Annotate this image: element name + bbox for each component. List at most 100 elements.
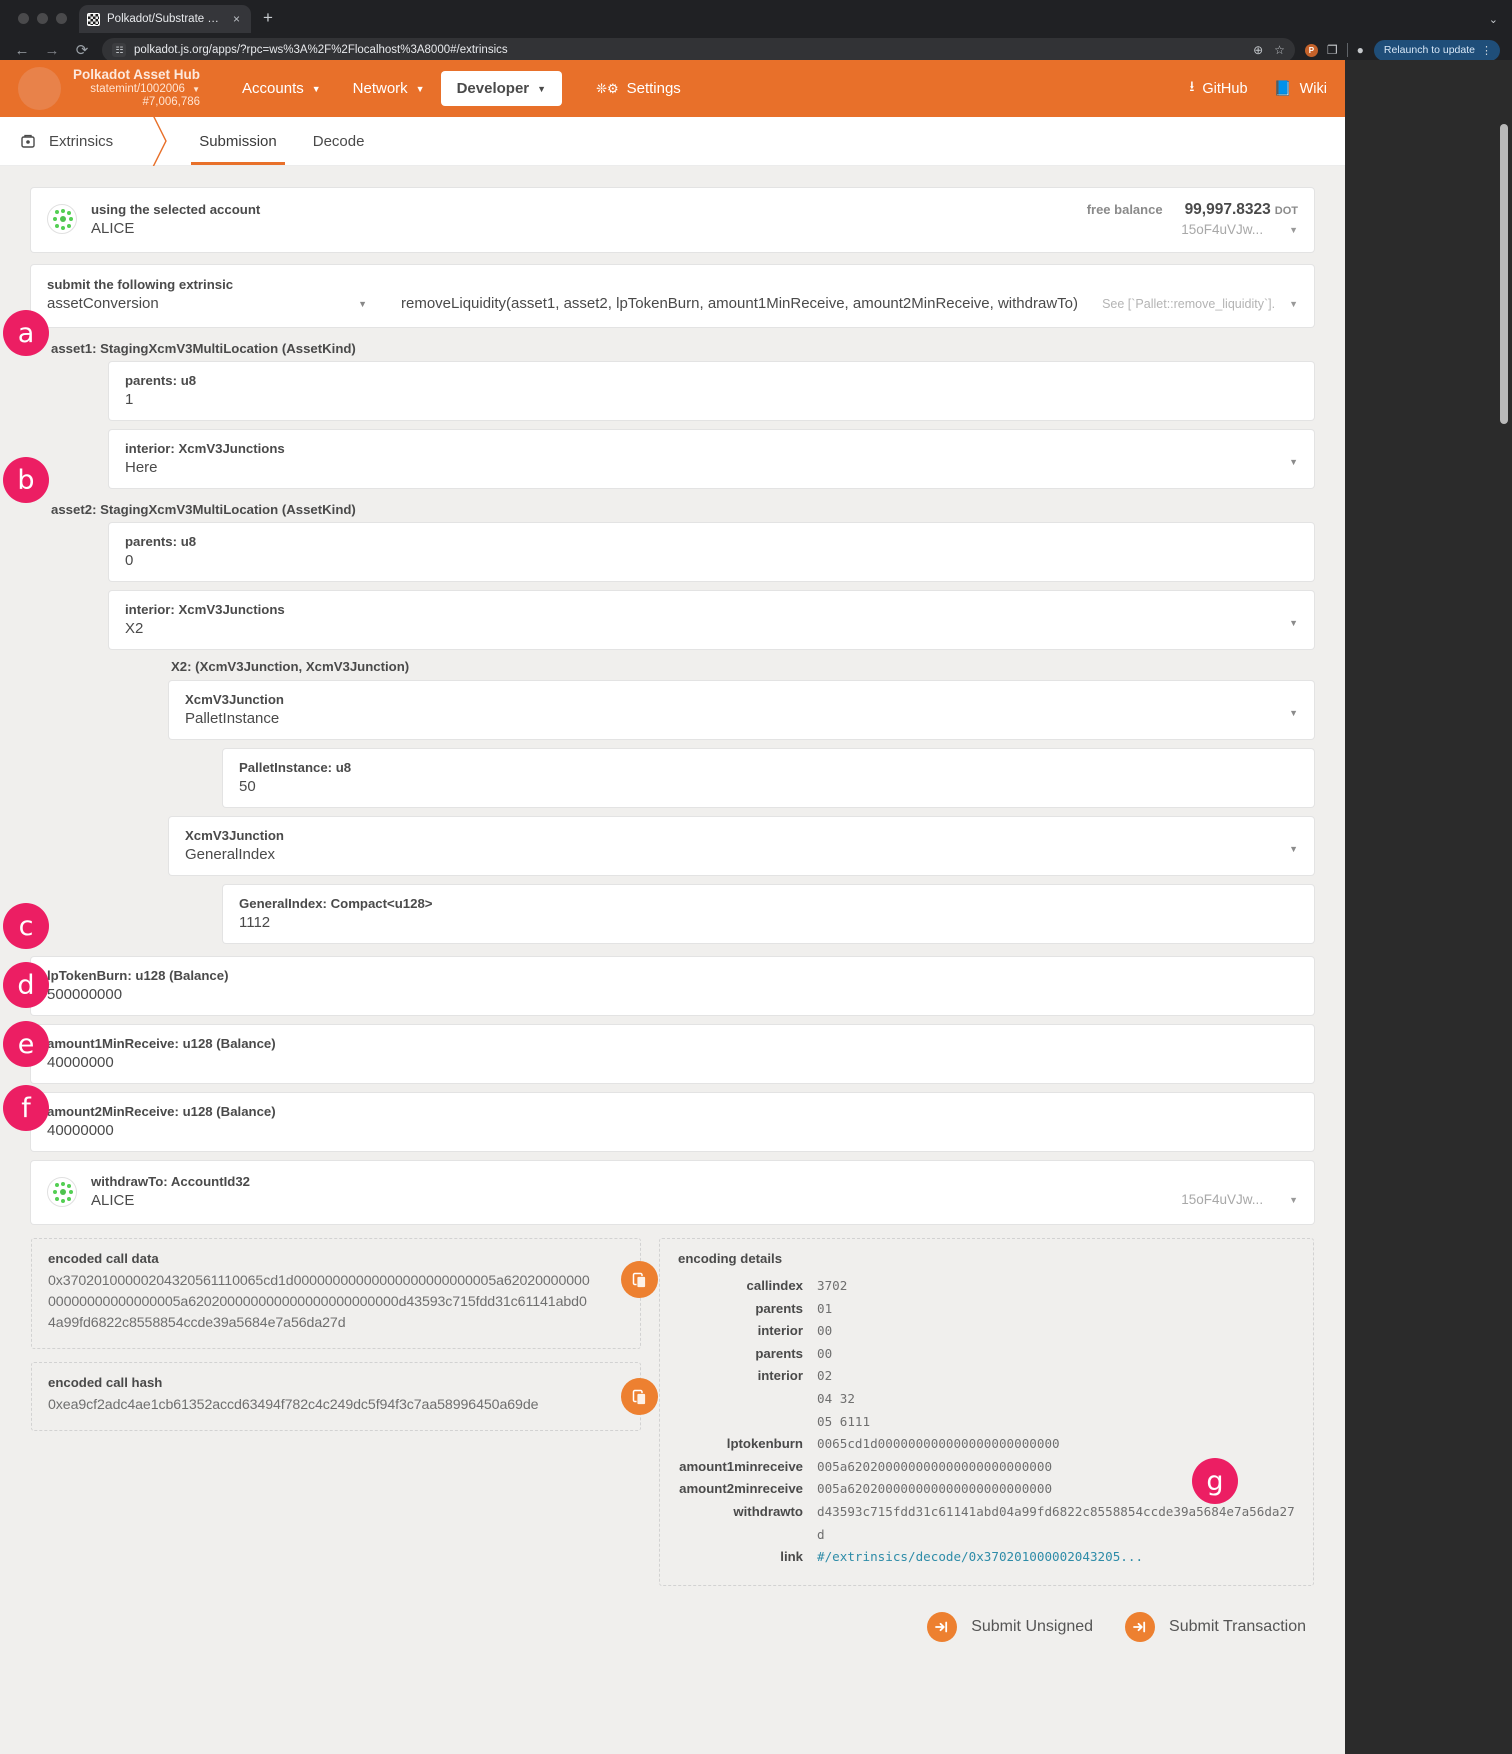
- selected-account-card[interactable]: using the selected account ALICE free ba…: [31, 188, 1314, 252]
- pallet-instance-field[interactable]: PalletInstance: u8 50: [223, 749, 1314, 807]
- chevron-down-icon[interactable]: ▼: [1289, 844, 1298, 854]
- encoding-details-box: encoding details callindex 3702 parents …: [659, 1238, 1314, 1586]
- pallet-instance-label: PalletInstance: u8: [239, 760, 352, 775]
- chrome-menu-icon[interactable]: ⋮: [1481, 44, 1492, 57]
- method-signature[interactable]: removeLiquidity(asset1, asset2, lpTokenB…: [377, 295, 1102, 314]
- tab-decode-label: Decode: [312, 132, 365, 150]
- chevron-down-icon[interactable]: ▼: [358, 299, 367, 309]
- bookmark-star-icon[interactable]: ☆: [1274, 43, 1285, 57]
- copy-icon[interactable]: [621, 1377, 658, 1415]
- annotation-badge-a: a: [3, 310, 49, 356]
- copy-icon[interactable]: [621, 1261, 658, 1298]
- account-label: using the selected account: [91, 201, 261, 217]
- extrinsic-label: submit the following extrinsic: [47, 277, 234, 292]
- gear-icon: ❊⚙: [596, 80, 619, 96]
- tab-decode[interactable]: Decode: [295, 117, 383, 165]
- polkadot-extension-icon[interactable]: P: [1304, 43, 1318, 57]
- chevron-down-icon[interactable]: ▼: [1289, 1195, 1298, 1205]
- asset1-interior-field[interactable]: interior: XcmV3Junctions Here ▼: [109, 430, 1314, 488]
- nav-settings[interactable]: ❊⚙ Settings: [580, 71, 697, 106]
- address-bar[interactable]: ☷ polkadot.js.org/apps/?rpc=ws%3A%2F%2Fl…: [102, 38, 1295, 62]
- junction1-field[interactable]: XcmV3Junction PalletInstance ▼: [169, 681, 1314, 739]
- detail-value: 3702: [817, 1278, 848, 1293]
- chevron-down-icon[interactable]: ▼: [1289, 708, 1298, 718]
- extrinsics-icon: [20, 133, 36, 149]
- nav-developer[interactable]: Developer ▼: [440, 71, 563, 106]
- account-address-row[interactable]: 15oF4uVJw... ▼: [1181, 222, 1298, 237]
- junction2-field[interactable]: XcmV3Junction GeneralIndex ▼: [169, 817, 1314, 875]
- lptokenburn-value: 500000000: [47, 986, 123, 1003]
- amount2minreceive-field[interactable]: amount2MinReceive: u128 (Balance) 400000…: [31, 1093, 1314, 1151]
- detail-key: amount2minreceive: [679, 1481, 803, 1497]
- pallet-dropdown[interactable]: assetConversion ▼: [47, 295, 377, 314]
- content-inner: using the selected account ALICE free ba…: [31, 188, 1314, 1642]
- balance-unit: DOT: [1274, 205, 1298, 217]
- amount1minreceive-field[interactable]: amount1MinReceive: u128 (Balance) 400000…: [31, 1025, 1314, 1083]
- tab-submission[interactable]: Submission: [181, 117, 295, 165]
- chevron-down-icon[interactable]: ⌄: [1489, 13, 1498, 26]
- withdrawto-address-row[interactable]: 15oF4uVJw... ▼: [1181, 1192, 1298, 1207]
- nav-settings-label: Settings: [626, 80, 681, 97]
- reload-icon[interactable]: ⟳: [72, 41, 92, 59]
- zoom-icon[interactable]: ⊕: [1253, 43, 1263, 57]
- lptokenburn-field[interactable]: lpTokenBurn: u128 (Balance) 500000000: [31, 957, 1314, 1015]
- submit-transaction-button[interactable]: Submit Transaction: [1125, 1611, 1306, 1642]
- chevron-down-icon: ▼: [415, 83, 425, 94]
- relaunch-to-update-button[interactable]: Relaunch to update ⋮: [1373, 39, 1500, 61]
- identicon-avatar: [47, 204, 77, 234]
- lptokenburn-label: lpTokenBurn: u128 (Balance): [47, 968, 229, 983]
- detail-key: [678, 1411, 803, 1434]
- tab-submission-label: Submission: [199, 132, 277, 150]
- address-bar-actions: ⊕ ☆: [1253, 43, 1285, 57]
- github-link[interactable]: ⭳ GitHub: [1189, 70, 1247, 107]
- chevron-down-icon[interactable]: ▼: [1289, 618, 1298, 628]
- maximize-window-button[interactable]: [56, 13, 67, 24]
- close-window-button[interactable]: [18, 13, 29, 24]
- minimize-window-button[interactable]: [37, 13, 48, 24]
- free-balance-value: 99,997.8323 DOT: [1185, 201, 1298, 219]
- detail-value: 0065cd1d000000000000000000000000: [817, 1436, 1060, 1452]
- nav-network[interactable]: Network ▼: [337, 71, 441, 106]
- extrinsic-row: assetConversion ▼ removeLiquidity(asset1…: [47, 295, 1298, 314]
- chevron-down-icon[interactable]: ▼: [1289, 457, 1298, 467]
- asset2-parents-field[interactable]: parents: u8 0: [109, 523, 1314, 581]
- scrollbar-thumb[interactable]: [1500, 124, 1508, 424]
- pallet-value: assetConversion: [47, 295, 159, 312]
- asset1-parents-field[interactable]: parents: u8 1: [109, 362, 1314, 420]
- nav-accounts[interactable]: Accounts ▼: [226, 71, 337, 106]
- detail-key: parents: [755, 1300, 803, 1316]
- header-links: ⭳ GitHub 📘 Wiki: [1189, 70, 1327, 107]
- extrinsic-selector-card: submit the following extrinsic assetConv…: [31, 265, 1314, 327]
- profile-icon[interactable]: ●: [1357, 43, 1364, 57]
- detail-key: [678, 1388, 803, 1411]
- submit-unsigned-button[interactable]: Submit Unsigned: [927, 1611, 1093, 1642]
- close-tab-icon[interactable]: ×: [230, 13, 243, 25]
- wiki-link[interactable]: 📘 Wiki: [1274, 74, 1327, 103]
- new-tab-button[interactable]: +: [251, 9, 283, 33]
- chevron-down-icon[interactable]: ▼: [1289, 299, 1298, 309]
- encoding-details-title: encoding details: [678, 1251, 783, 1266]
- detail-value: 02: [817, 1368, 833, 1384]
- amount1minreceive-value: 40000000: [47, 1054, 114, 1071]
- chain-selector[interactable]: Polkadot Asset Hub statemint/1002006 ▼ #…: [73, 67, 200, 110]
- side-panel-icon[interactable]: ❐: [1327, 43, 1338, 57]
- detail-value: 01: [817, 1300, 833, 1316]
- chevron-down-icon[interactable]: ▼: [192, 85, 200, 94]
- back-icon[interactable]: ←: [12, 42, 32, 59]
- general-index-value: 1112: [239, 914, 271, 931]
- app-viewport: Polkadot Asset Hub statemint/1002006 ▼ #…: [0, 60, 1345, 1754]
- decode-link[interactable]: #/extrinsics/decode/0x370201000002043205…: [817, 1546, 1295, 1569]
- page-scrollbar[interactable]: [1500, 124, 1508, 1744]
- withdrawto-address-area[interactable]: 15oF4uVJw... ▼: [1181, 1176, 1298, 1207]
- asset1-parents-label: parents: u8: [125, 373, 197, 388]
- asset1-title: asset1: StagingXcmV3MultiLocation (Asset…: [51, 341, 356, 356]
- site-settings-icon[interactable]: ☷: [112, 43, 126, 57]
- chevron-down-icon[interactable]: ▼: [1289, 225, 1298, 235]
- browser-tab[interactable]: Polkadot/Substrate Portal ×: [79, 5, 252, 33]
- asset2-interior-field[interactable]: interior: XcmV3Junctions X2 ▼: [109, 591, 1314, 649]
- window-traffic-lights: [10, 13, 79, 33]
- general-index-field[interactable]: GeneralIndex: Compact<u128> 1112: [223, 885, 1314, 943]
- withdrawto-field[interactable]: withdrawTo: AccountId32 ALICE 15oF4uVJw.…: [31, 1161, 1314, 1224]
- forward-icon[interactable]: →: [42, 42, 62, 59]
- encoded-call-hash-label: encoded call hash: [48, 1374, 163, 1390]
